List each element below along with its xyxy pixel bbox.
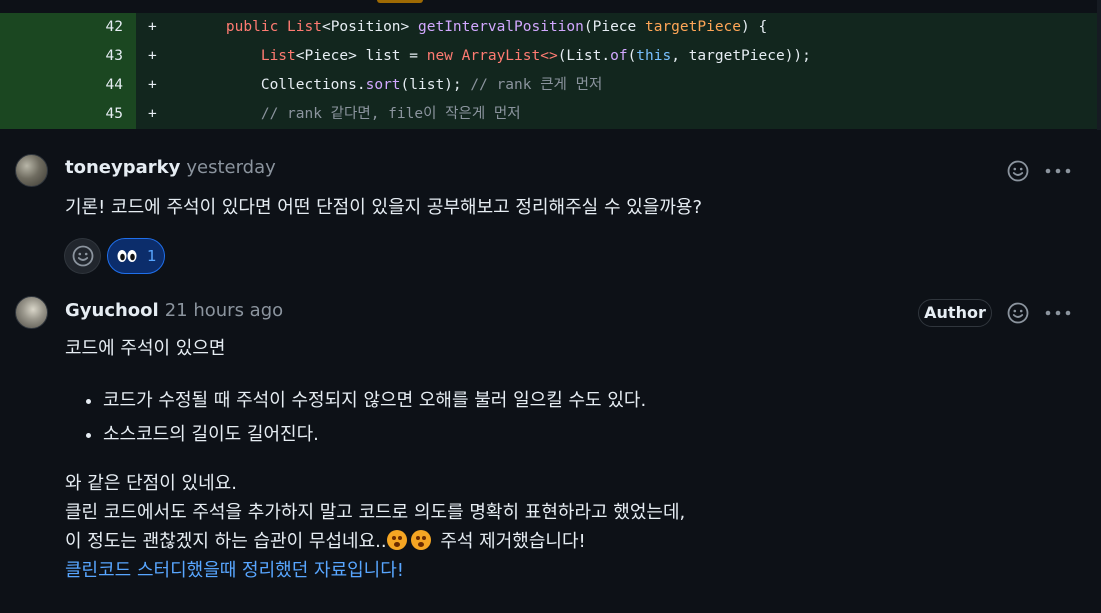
- line-number[interactable]: 45: [0, 100, 136, 129]
- diff-line: 43 + List<Piece> list = new ArrayList<>(…: [0, 42, 1097, 71]
- scrollbar[interactable]: [1097, 0, 1101, 130]
- author-badge: Author: [918, 299, 992, 327]
- smile-icon: [72, 245, 94, 267]
- reaction-count: 1: [147, 247, 157, 265]
- line-number[interactable]: 44: [0, 71, 136, 100]
- comment-paragraph: 와 같은 단점이 있네요. 클린 코드에서도 주석을 추가하지 말고 코드로 의…: [65, 473, 686, 581]
- comment-time[interactable]: 21 hours ago: [165, 300, 283, 321]
- diff-marker: +: [148, 77, 157, 93]
- list-item: 코드가 수정될 때 주석이 수정되지 않으면 오해를 불러 일으킬 수도 있다.: [103, 384, 646, 418]
- diff-line: 45 + // rank 같다면, file이 작은게 먼저: [0, 100, 1097, 129]
- flushed-face-icon: [410, 530, 431, 550]
- study-notes-link[interactable]: 클린코드 스터디했을때 정리했던 자료입니다!: [65, 560, 404, 581]
- comment-bullet-list: 코드가 수정될 때 주석이 수정되지 않으면 오해를 불러 일으킬 수도 있다.…: [65, 384, 646, 452]
- comment-header: Gyuchool 21 hours ago: [65, 300, 283, 321]
- add-reaction-button[interactable]: [64, 238, 101, 274]
- diff-line: 44 + Collections.sort(list); // rank 큰게 …: [0, 71, 1097, 100]
- code-diff: 42 + public List<Position> getIntervalPo…: [0, 0, 1097, 130]
- comment-line: 이 정도는 괜찮겠지 하는 습관이 무섭네요.. 주석 제거했습니다!: [65, 530, 586, 552]
- diff-line: 42 + public List<Position> getIntervalPo…: [0, 13, 1097, 42]
- eyes-icon: [117, 250, 137, 262]
- diff-marker: +: [148, 19, 157, 35]
- add-reaction-icon[interactable]: [1007, 160, 1029, 182]
- diff-hunk-indicator: [377, 0, 423, 3]
- comment-header: toneyparky yesterday: [65, 157, 276, 178]
- more-options-icon[interactable]: [1045, 168, 1071, 174]
- line-number[interactable]: 43: [0, 42, 136, 71]
- line-number[interactable]: 42: [0, 13, 136, 42]
- author-name[interactable]: toneyparky: [65, 157, 180, 178]
- avatar[interactable]: [15, 154, 48, 187]
- avatar[interactable]: [15, 296, 48, 329]
- author-name[interactable]: Gyuchool: [65, 300, 159, 321]
- reaction-eyes-button[interactable]: 1: [107, 238, 165, 274]
- add-reaction-icon[interactable]: [1007, 302, 1029, 324]
- comment-body: 기론! 코드에 주석이 있다면 어떤 단점이 있을지 공부해보고 정리해주실 수…: [65, 197, 703, 218]
- flushed-face-icon: [386, 530, 407, 550]
- comment-time[interactable]: yesterday: [186, 157, 275, 178]
- list-item: 소스코드의 길이도 길어진다.: [103, 418, 646, 452]
- more-options-icon[interactable]: [1045, 310, 1071, 316]
- diff-marker: +: [148, 48, 157, 64]
- comment-intro: 코드에 주석이 있으면: [65, 338, 226, 359]
- diff-marker: +: [148, 106, 157, 122]
